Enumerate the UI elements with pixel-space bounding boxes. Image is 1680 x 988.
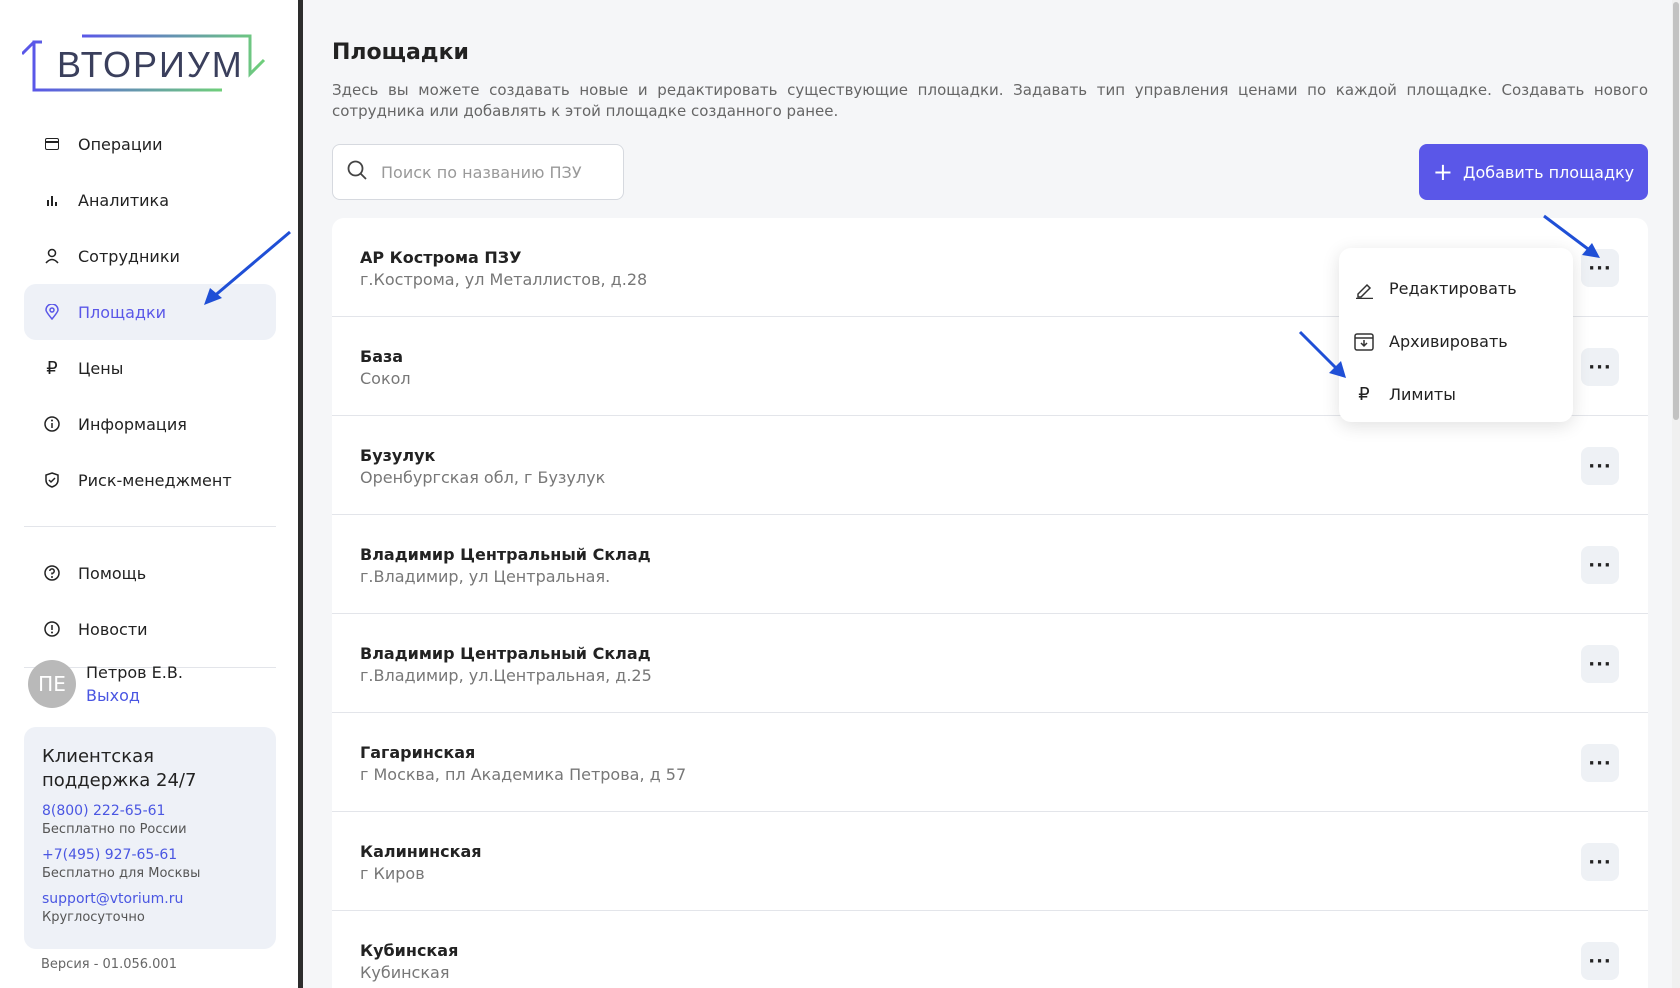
support-phone-1[interactable]: 8(800) 222-65-61 — [42, 803, 258, 819]
more-actions-button[interactable]: ··· — [1581, 843, 1619, 881]
user-icon — [44, 248, 60, 264]
sidebar-item-operations[interactable]: Операции — [24, 116, 276, 172]
menu-item-label: Редактировать — [1389, 279, 1517, 298]
card-icon — [44, 136, 60, 152]
sidebar-item-help[interactable]: Помощь — [24, 545, 276, 601]
location-pin-icon — [44, 304, 60, 320]
user-name: Петров Е.В. — [86, 663, 183, 682]
site-address: г.Владимир, ул Центральная. — [360, 567, 611, 586]
list-item[interactable]: Калининская г Киров ··· — [332, 812, 1648, 911]
sidebar-nav: Операции Аналитика Сотрудники Площадки ₽… — [24, 116, 276, 686]
bar-chart-icon — [44, 192, 60, 208]
support-email[interactable]: support@vtorium.ru — [42, 891, 258, 907]
annotation-arrow-icon — [1543, 214, 1600, 258]
page-description: Здесь вы можете создавать новые и редакт… — [332, 81, 1648, 120]
site-address: г Москва, пл Академика Петрова, д 57 — [360, 765, 687, 784]
menu-item-limits[interactable]: ₽ Лимиты — [1339, 368, 1573, 421]
sidebar-item-label: Операции — [78, 134, 163, 154]
alert-icon — [44, 621, 60, 637]
menu-item-archive[interactable]: Архивировать — [1339, 315, 1573, 368]
sidebar-item-label: Сотрудники — [78, 246, 180, 266]
info-icon — [44, 416, 60, 432]
sidebar-item-label: Информация — [78, 414, 187, 434]
sidebar-item-label: Новости — [78, 619, 148, 639]
list-item[interactable]: Владимир Центральный Склад г.Владимир, у… — [332, 515, 1648, 614]
avatar: ПЕ — [28, 660, 76, 708]
more-actions-button[interactable]: ··· — [1581, 744, 1619, 782]
ruble-icon: ₽ — [1358, 384, 1370, 405]
list-item[interactable]: Гагаринская г Москва, пл Академика Петро… — [332, 713, 1648, 812]
annotation-arrow-icon — [204, 230, 291, 305]
site-name: Бузулук — [360, 446, 436, 465]
support-title: Клиентская поддержка 24/7 — [42, 746, 197, 791]
site-name: Калининская — [360, 842, 482, 861]
support-card: Клиентская поддержка 24/7 8(800) 222-65-… — [24, 727, 276, 949]
sidebar-item-label: Аналитика — [78, 190, 170, 210]
site-address: г.Кострома, ул Металлистов, д.28 — [360, 270, 648, 289]
menu-item-label: Архивировать — [1389, 332, 1508, 351]
nav-divider — [24, 526, 276, 527]
logo[interactable]: ВТОРИУМ — [20, 34, 272, 94]
support-phone-1-note: Бесплатно по России — [42, 822, 187, 837]
add-site-label: Добавить площадку — [1462, 162, 1635, 182]
site-address: Сокол — [360, 369, 411, 388]
more-actions-button[interactable]: ··· — [1581, 942, 1619, 980]
version-label: Версия - 01.056.001 — [41, 957, 177, 972]
list-item[interactable]: Бузулук Оренбургская обл, г Бузулук ··· — [332, 416, 1648, 515]
support-email-note: Круглосуточно — [42, 910, 145, 925]
more-actions-button[interactable]: ··· — [1581, 348, 1619, 386]
ruble-icon: ₽ — [46, 357, 58, 379]
help-icon — [44, 565, 60, 581]
site-address: г.Владимир, ул.Центральная, д.25 — [360, 666, 652, 685]
sidebar-item-label: Риск-менеджмент — [78, 470, 232, 490]
sidebar-item-label: Площадки — [78, 302, 167, 322]
menu-item-label: Лимиты — [1389, 385, 1456, 404]
sidebar: ВТОРИУМ Операции Аналитика Сотрудники Пл… — [0, 0, 300, 988]
annotation-arrow-icon — [1298, 330, 1346, 378]
site-name: Кубинская — [360, 941, 459, 960]
actions-dropdown: Редактировать Архивировать ₽ Лимиты — [1339, 248, 1573, 422]
site-name: Владимир Центральный Склад — [360, 545, 651, 564]
sidebar-item-label: Помощь — [78, 563, 147, 583]
sidebar-item-risk[interactable]: Риск-менеджмент — [24, 452, 276, 508]
page-title: Площадки — [332, 40, 469, 65]
support-phone-2[interactable]: +7(495) 927-65-61 — [42, 847, 258, 863]
pencil-icon — [1353, 278, 1375, 300]
site-name: Гагаринская — [360, 743, 476, 762]
plus-icon: + — [1432, 158, 1453, 186]
archive-icon — [1353, 331, 1375, 353]
list-item[interactable]: Владимир Центральный Склад г.Владимир, у… — [332, 614, 1648, 713]
site-address: г Киров — [360, 864, 425, 883]
more-actions-button[interactable]: ··· — [1581, 645, 1619, 683]
site-address: Оренбургская обл, г Бузулук — [360, 468, 606, 487]
search-icon — [347, 160, 367, 184]
sidebar-item-info[interactable]: Информация — [24, 396, 276, 452]
main-content: Площадки Здесь вы можете создавать новые… — [330, 0, 1648, 988]
logout-link[interactable]: Выход — [86, 686, 183, 705]
support-phone-2-note: Бесплатно для Москвы — [42, 866, 201, 881]
list-item[interactable]: Кубинская Кубинская ··· — [332, 911, 1648, 988]
sidebar-item-analytics[interactable]: Аналитика — [24, 172, 276, 228]
site-name: АР Кострома ПЗУ — [360, 248, 522, 267]
scrollbar-thumb[interactable] — [1673, 2, 1679, 420]
add-site-button[interactable]: + Добавить площадку — [1419, 144, 1648, 200]
shield-icon — [44, 472, 60, 488]
menu-item-edit[interactable]: Редактировать — [1339, 262, 1573, 315]
site-name: Владимир Центральный Склад — [360, 644, 651, 663]
logo-text: ВТОРИУМ — [57, 44, 244, 85]
more-actions-button[interactable]: ··· — [1581, 447, 1619, 485]
sidebar-item-news[interactable]: Новости — [24, 601, 276, 657]
sidebar-item-prices[interactable]: ₽ Цены — [24, 340, 276, 396]
site-name: База — [360, 347, 404, 366]
site-address: Кубинская — [360, 963, 450, 982]
sidebar-item-label: Цены — [78, 358, 124, 378]
more-actions-button[interactable]: ··· — [1581, 546, 1619, 584]
user-block: ПЕ Петров Е.В. Выход — [28, 660, 183, 708]
search-box[interactable] — [332, 144, 624, 200]
sidebar-border — [298, 0, 303, 988]
search-input[interactable] — [381, 162, 601, 182]
